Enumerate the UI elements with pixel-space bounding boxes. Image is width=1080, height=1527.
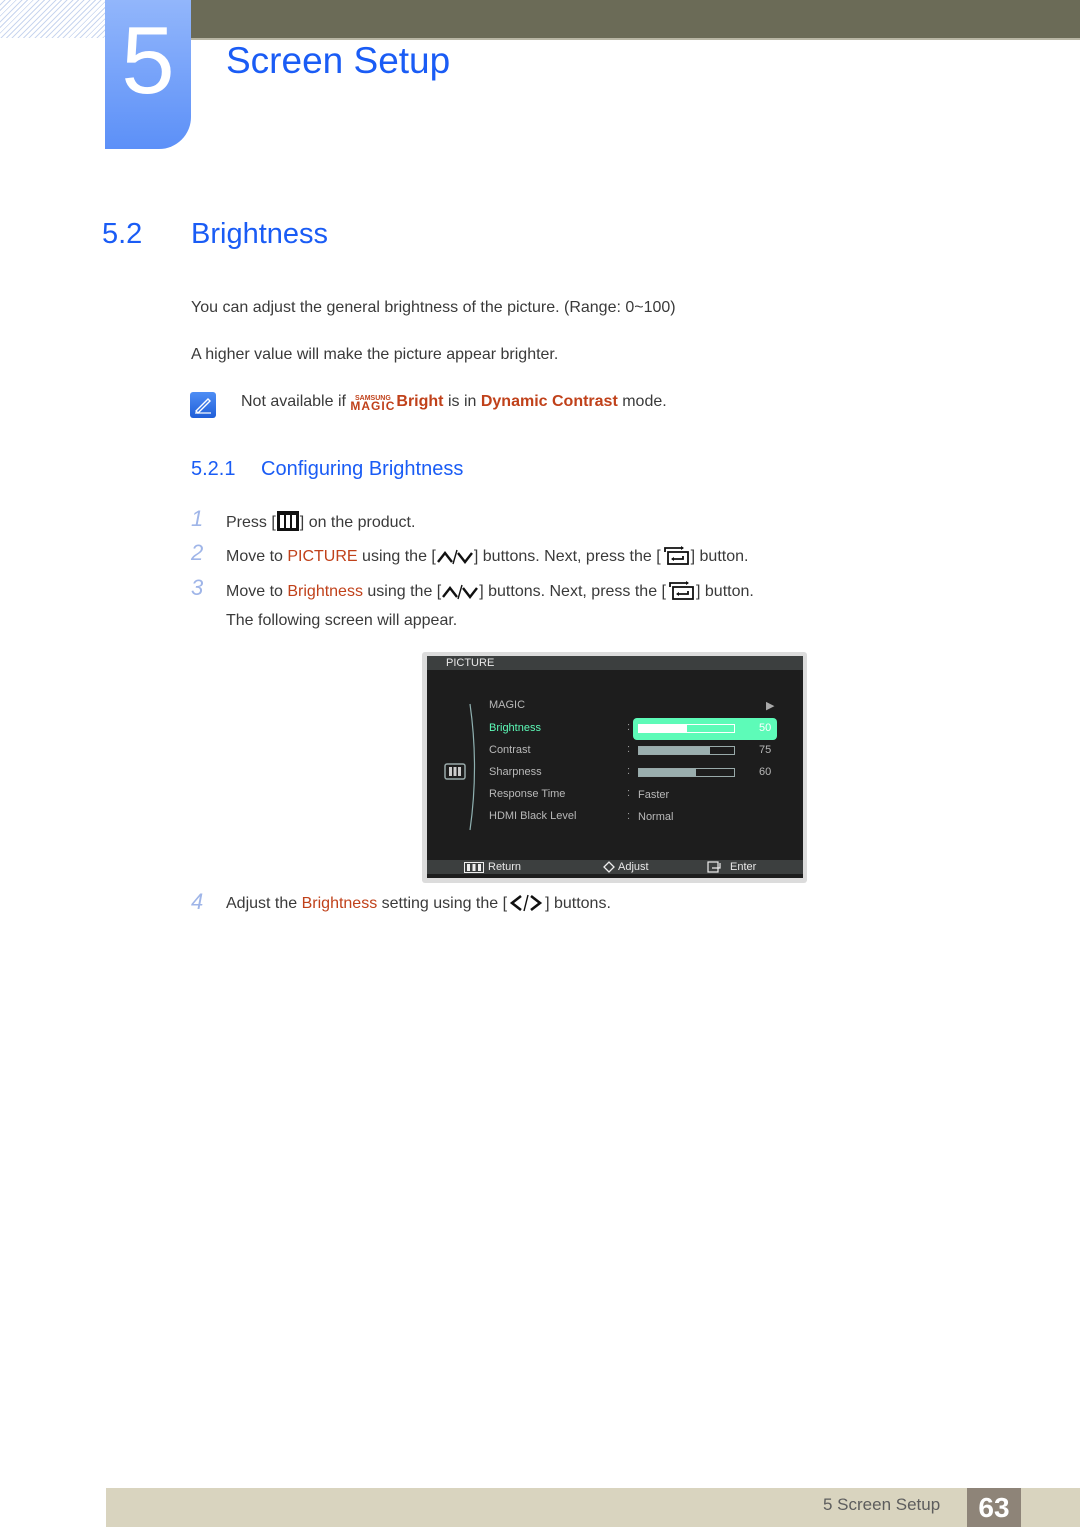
step-text: ] button. [696,583,754,600]
dynamic-contrast-term: Dynamic Contrast [480,393,618,410]
note-suffix: mode. [617,393,667,410]
step-text: setting using the [ [377,895,508,912]
enter-icon [707,861,723,877]
osd-item-label: Contrast [489,744,531,756]
osd-colon: : [627,721,631,733]
osd-item-label: Response Time [489,788,566,800]
step-text: ] buttons. [545,895,611,912]
note-pen-icon [190,392,216,418]
osd-enter-label[interactable]: Enter [730,860,756,874]
chapter-badge: 5 [105,0,191,149]
page-number: 63 [967,1488,1021,1527]
step-number: 4 [191,889,204,914]
note-middle: is in [443,393,481,410]
osd-colon: : [627,743,631,755]
magic-bright-term: Bright [396,393,444,410]
menu-button-icon [276,510,300,537]
step-text: Adjust the [226,895,302,912]
osd-item-brightness[interactable]: Brightness [489,719,541,737]
sharpness-value: 60 [759,766,772,778]
step-text: Move to [226,548,288,565]
osd-screenshot: PICTURE MAGIC ▶ Brightness : 50 Contrast… [422,652,807,883]
brightness-slider-fill [639,725,687,732]
osd-adjust-label[interactable]: Adjust [618,860,649,874]
osd-panel: PICTURE MAGIC ▶ Brightness : 50 Contrast… [427,656,803,878]
osd-item-contrast[interactable]: Contrast [489,741,531,759]
chapter-title: Screen Setup [226,40,451,81]
return-icon [464,862,484,877]
note-prefix: Not available if [241,393,351,410]
osd-footer: Return Adjust Enter [427,860,803,874]
step-text: using the [ [362,583,442,600]
osd-return-label[interactable]: Return [488,860,521,874]
osd-item-hdmi-black-level[interactable]: HDMI Black Level [489,807,576,825]
hdmi-black-level-value: Normal [638,811,674,823]
header-bar [106,0,1080,40]
osd-item-label: Sharpness [489,766,542,778]
chapter-number: 5 [121,7,175,114]
osd-title: PICTURE [427,656,803,670]
section-title: Brightness [191,218,329,250]
up-down-arrows-icon [436,546,474,571]
enter-button-icon [666,579,696,606]
intro-paragraph-2: A higher value will make the picture app… [191,346,559,363]
step-text: ] buttons. Next, press the [ [473,548,661,565]
contrast-slider-fill [639,747,711,754]
up-down-arrows-icon [441,581,479,606]
header-hatch-decoration [0,0,106,38]
brightness-term: Brightness [301,895,378,912]
osd-colon: : [627,810,631,822]
step-text: Move to [226,583,288,600]
step-number: 2 [191,540,204,565]
step-number: 3 [191,575,204,600]
osd-colon: : [627,787,631,799]
osd-item-magic[interactable]: MAGIC [489,696,525,714]
step-text: Press [ [226,514,276,531]
osd-item-label: MAGIC [489,699,526,711]
step-text: using the [ [357,548,436,565]
osd-curve-decoration [469,703,476,831]
osd-item-sharpness[interactable]: Sharpness [489,763,542,781]
brightness-term: Brightness [287,583,363,600]
note-text: Not available if SAMSUNG MAGIC Bright is i… [241,393,667,412]
picture-term: PICTURE [287,548,358,565]
sharpness-slider-fill [639,769,696,776]
brightness-value: 50 [759,722,772,734]
step-text: ] buttons. Next, press the [ [479,583,666,600]
osd-item-label: HDMI Black Level [489,810,577,822]
left-right-arrows-icon [507,893,545,918]
magic-logo: SAMSUNG MAGIC [350,396,396,413]
sharpness-slider[interactable] [638,768,735,777]
intro-paragraph-1: You can adjust the general brightness of… [191,299,676,316]
response-time-value: Faster [638,789,670,801]
contrast-slider[interactable] [638,746,735,755]
submenu-arrow-icon: ▶ [766,700,775,712]
osd-colon: : [627,765,631,777]
subsection-number: 5.2.1 [191,458,236,480]
step-text: ] button. [690,548,749,565]
subsection-title: Configuring Brightness [261,458,464,480]
brightness-slider[interactable] [638,724,735,733]
step-number: 1 [191,506,204,531]
step-text: The following screen will appear. [226,612,458,629]
contrast-value: 75 [759,744,772,756]
osd-item-label: Brightness [489,722,541,734]
step-text: ] on the product. [299,514,416,531]
section-number: 5.2 [102,218,143,250]
osd-item-response-time[interactable]: Response Time [489,785,565,803]
osd-menu-icon [444,763,466,785]
footer-chapter-label: 5 Screen Setup [823,1495,941,1514]
enter-button-icon [661,544,691,571]
adjust-icon [603,861,615,877]
magic-logo-big: MAGIC [350,399,396,413]
